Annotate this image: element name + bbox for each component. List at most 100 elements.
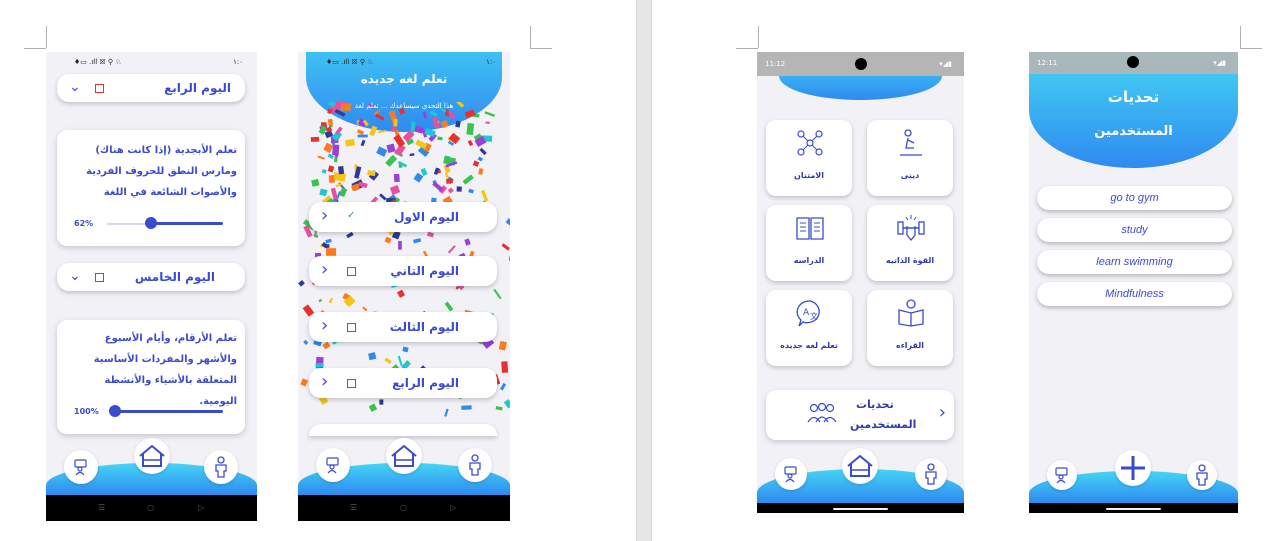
chevron-left-icon[interactable]: › bbox=[321, 259, 328, 280]
tile-gratitude[interactable]: الامتنان bbox=[766, 120, 852, 196]
profile-button[interactable] bbox=[204, 450, 238, 484]
day-header-row[interactable]: › ✓ اليوم الاول bbox=[309, 202, 497, 232]
confetti-piece bbox=[440, 119, 449, 129]
home-button[interactable] bbox=[386, 438, 422, 474]
page-corner-mark bbox=[530, 48, 552, 49]
chevron-right-icon: › bbox=[938, 402, 946, 423]
home-icon bbox=[847, 454, 873, 477]
profile-button[interactable] bbox=[1187, 460, 1217, 490]
confetti-piece bbox=[479, 147, 487, 156]
day4-description: تعلم الأبجدية (إذا كانت هناك) ومارس النط… bbox=[86, 145, 237, 198]
confetti-piece bbox=[409, 153, 415, 157]
add-challenge-button[interactable] bbox=[1115, 450, 1151, 486]
header-title-line1: تحديات bbox=[1107, 88, 1160, 106]
page-corner-mark bbox=[46, 26, 47, 48]
day-header-row[interactable]: › اليوم التاني bbox=[309, 256, 497, 286]
day4-header[interactable]: ⌄ اليوم الرابع bbox=[57, 74, 245, 102]
day-header-row[interactable]: › اليوم الثالث bbox=[309, 312, 497, 342]
confetti-piece bbox=[455, 120, 461, 128]
confetti-piece bbox=[317, 155, 325, 160]
user-challenges-button[interactable]: تحديات المستخدمين › bbox=[766, 390, 954, 440]
chat-users-button[interactable] bbox=[64, 450, 98, 484]
confetti-piece bbox=[327, 118, 333, 126]
profile-button[interactable] bbox=[915, 458, 947, 490]
challenge-item[interactable]: learn swimming bbox=[1037, 250, 1232, 274]
chat-users-icon bbox=[74, 459, 87, 476]
person-icon bbox=[469, 454, 481, 476]
tile-study[interactable]: الدراسه bbox=[766, 205, 852, 281]
day4-checkbox[interactable] bbox=[95, 84, 104, 93]
home-circle-icon[interactable]: ○ bbox=[147, 503, 154, 512]
chevron-down-icon[interactable]: ⌄ bbox=[69, 79, 81, 95]
home-button[interactable] bbox=[842, 448, 878, 484]
chat-users-button[interactable] bbox=[1047, 460, 1077, 490]
phone-screen-day-progress: ♦▭ .ıll ☒ ⚲ ♘ ١:٠ ⌄ اليوم الرابع تعلم ال… bbox=[46, 52, 257, 521]
confetti-piece bbox=[369, 125, 378, 137]
day-checkbox[interactable] bbox=[347, 323, 356, 332]
person-icon bbox=[925, 463, 937, 485]
confetti-piece bbox=[322, 341, 331, 350]
confetti-piece bbox=[505, 218, 510, 229]
confetti-piece bbox=[509, 255, 510, 262]
challenge-item[interactable]: Mindfulness bbox=[1037, 282, 1232, 306]
confetti-piece bbox=[393, 119, 398, 127]
chat-users-button[interactable] bbox=[316, 448, 350, 482]
confetti-piece bbox=[447, 245, 456, 254]
home-circle-icon[interactable]: ○ bbox=[400, 503, 407, 512]
home-button[interactable] bbox=[134, 438, 170, 474]
tile-learn-language[interactable]: A文 تعلم لغه جديده bbox=[766, 290, 852, 366]
back-icon[interactable]: ▷ bbox=[198, 503, 204, 512]
confetti-piece bbox=[422, 111, 428, 119]
confetti-piece bbox=[346, 231, 354, 239]
tile-religious[interactable]: دينى bbox=[867, 120, 953, 196]
day-header-row-partial[interactable] bbox=[309, 424, 497, 436]
gesture-handle[interactable] bbox=[1106, 508, 1161, 510]
day5-header[interactable]: ⌄ اليوم الخامس bbox=[57, 263, 245, 291]
back-icon[interactable]: ▷ bbox=[450, 503, 456, 512]
svg-text:A: A bbox=[803, 308, 810, 318]
header-title: تعلم لغه جديده bbox=[360, 72, 448, 86]
day-checkbox[interactable] bbox=[347, 267, 356, 276]
confetti-piece bbox=[444, 408, 449, 417]
chevron-left-icon[interactable]: › bbox=[321, 205, 328, 226]
chevron-down-icon[interactable]: ⌄ bbox=[69, 268, 81, 284]
confetti-piece bbox=[461, 405, 472, 410]
confetti-piece bbox=[315, 362, 324, 368]
chat-users-button[interactable] bbox=[775, 458, 807, 490]
day4-slider-knob[interactable] bbox=[145, 217, 158, 229]
confetti-piece bbox=[413, 238, 422, 244]
challenge-item[interactable]: study bbox=[1037, 218, 1232, 242]
confetti-piece bbox=[501, 243, 510, 251]
tile-label: الامتنان bbox=[793, 171, 824, 180]
check-icon[interactable]: ✓ bbox=[347, 210, 355, 221]
tile-label: دينى bbox=[900, 171, 920, 180]
confetti-piece bbox=[477, 156, 484, 162]
profile-button[interactable] bbox=[458, 448, 492, 482]
confetti-piece bbox=[503, 399, 510, 409]
confetti-piece bbox=[328, 174, 335, 184]
confetti-piece bbox=[397, 355, 403, 367]
recents-icon[interactable]: ☰ bbox=[350, 503, 357, 512]
tile-self-strength[interactable]: القوة الذاتيه bbox=[867, 205, 953, 281]
tile-reading[interactable]: القراءه bbox=[867, 290, 953, 366]
chevron-left-icon[interactable]: › bbox=[321, 371, 328, 392]
day5-checkbox[interactable] bbox=[95, 273, 104, 282]
confetti-piece bbox=[485, 121, 490, 124]
confetti-piece bbox=[368, 352, 377, 361]
confetti-piece bbox=[498, 340, 507, 351]
day-checkbox[interactable] bbox=[347, 379, 356, 388]
status-time: 11:12 bbox=[765, 60, 786, 68]
day-title: اليوم الثالث bbox=[389, 320, 459, 334]
day4-card: تعلم الأبجدية (إذا كانت هناك) ومارس النط… bbox=[57, 130, 245, 246]
challenge-item[interactable]: go to gym bbox=[1037, 186, 1232, 210]
day5-slider-knob[interactable] bbox=[109, 405, 121, 417]
recents-icon[interactable]: ☰ bbox=[98, 503, 105, 512]
gesture-handle[interactable] bbox=[833, 508, 888, 510]
day-title: اليوم الرابع bbox=[392, 376, 459, 390]
status-time: 12:11 bbox=[1037, 59, 1058, 67]
chevron-left-icon[interactable]: › bbox=[321, 315, 328, 336]
day5-title: اليوم الخامس bbox=[134, 270, 215, 284]
phone-screen-learn-language: ♦▭ .ıll ☒ ⚲ ♘ ١:٠ تعلم لغه جديده هذا الت… bbox=[298, 52, 510, 521]
day-header-row[interactable]: › اليوم الرابع bbox=[309, 368, 497, 398]
confetti-piece bbox=[357, 134, 368, 138]
